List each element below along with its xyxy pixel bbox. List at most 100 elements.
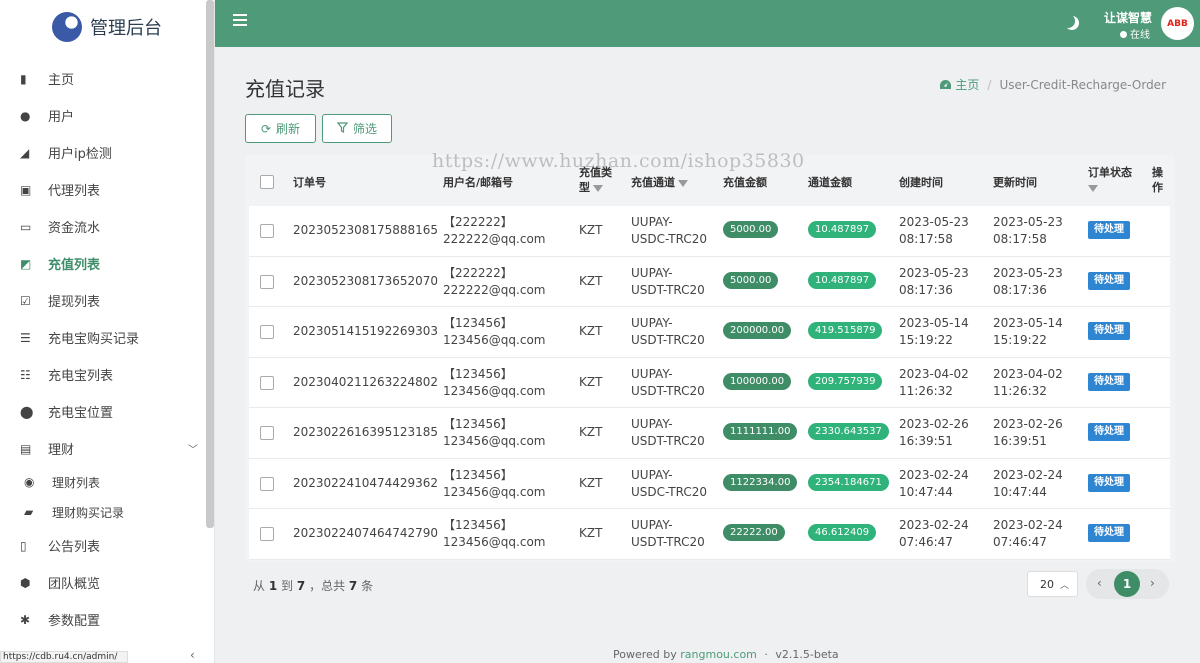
pagination-total: 7 <box>348 579 358 593</box>
type-filter-icon[interactable] <box>593 184 603 192</box>
sidebar-item-3[interactable]: ▣ 代理列表 <box>0 171 206 208</box>
sidebar-item-10[interactable]: ▤ 理财 ﹀ <box>0 430 206 467</box>
cell-updated: 2023-02-24 07:46:47 <box>993 517 1063 551</box>
th-channel[interactable]: 充值通道 <box>631 174 688 190</box>
cell-created: 2023-05-23 08:17:36 <box>899 265 969 299</box>
status-badge[interactable]: 待处理 <box>1088 372 1130 391</box>
row-checkbox[interactable] <box>260 375 274 390</box>
cell-created-date: 2023-02-26 <box>899 417 969 431</box>
sidebar-item-7[interactable]: ☰ 充电宝购买记录 <box>0 319 206 356</box>
cell-channel-line1: UUPAY- <box>631 265 673 280</box>
th-status[interactable]: 订单状态 <box>1088 165 1132 195</box>
menu-toggle-icon[interactable] <box>233 14 247 26</box>
current-page-button[interactable]: 1 <box>1114 571 1140 597</box>
filter-button[interactable]: 筛选 <box>322 114 392 143</box>
dark-mode-moon-icon[interactable] <box>1065 16 1079 30</box>
folder-open-icon: ▰ <box>24 505 34 519</box>
sidebar-item-label: 充电宝列表 <box>48 369 114 384</box>
table-row[interactable]: 2023022616395123185 【123456】 123456@qq.com… <box>249 408 1170 459</box>
avatar[interactable]: ABB <box>1161 7 1194 40</box>
table-row[interactable]: 2023022407464742790 【123456】 123456@qq.com… <box>249 509 1170 560</box>
cell-updated: 2023-02-24 10:47:44 <box>993 467 1063 501</box>
sidebar-item-11[interactable]: ◉ 理财列表 <box>0 467 206 497</box>
amount-pill: 100000.00 <box>723 372 792 390</box>
channel-filter-icon[interactable] <box>678 179 688 187</box>
footer-version: v2.1.5-beta <box>775 648 839 661</box>
channel-amount-pill: 2330.643537 <box>808 423 889 440</box>
status-badge[interactable]: 待处理 <box>1088 322 1130 340</box>
compass-icon: ◉ <box>24 475 35 489</box>
footer-separator: · <box>764 648 768 661</box>
table-row[interactable]: 2023051415192269303 【123456】 123456@qq.com… <box>249 307 1170 358</box>
row-checkbox[interactable] <box>260 325 274 339</box>
sidebar-item-label: 资金流水 <box>48 221 101 236</box>
archive-icon: ▤ <box>20 441 32 456</box>
cell-type: KZT <box>579 374 603 389</box>
sidebar-item-9[interactable]: ⬤ 充电宝位置 <box>0 393 206 430</box>
cell-updated-time: 15:19:22 <box>993 333 1047 347</box>
sidebar-collapse-chevron-icon[interactable]: ‹ <box>190 648 195 662</box>
sidebar-scrollbar[interactable] <box>206 0 214 528</box>
sidebar-item-13[interactable]: ▯ 公告列表 <box>0 527 206 564</box>
channel-amount-pill: 209.757939 <box>808 372 883 390</box>
sidebar: 管理后台 ▮ 主页 ● 用户 ◢ 用户ip检测 ▣ 代理列表 ▭ 资金流水 ◩ 充值列表 ☑ 提现列表 ☰ 充… <box>0 0 215 663</box>
th-user[interactable]: 用户名/邮箱号 <box>443 174 513 190</box>
status-badge[interactable]: 待处理 <box>1088 473 1130 492</box>
sidebar-item-0[interactable]: ▮ 主页 <box>0 60 206 97</box>
th-updated[interactable]: 更新时间 <box>993 174 1037 190</box>
footer-link[interactable]: rangmou.com <box>680 648 757 661</box>
status-badge[interactable]: 待处理 <box>1088 221 1130 239</box>
th-amount[interactable]: 充值金额 <box>723 174 767 190</box>
sidebar-item-6[interactable]: ☑ 提现列表 <box>0 282 206 319</box>
status-badge[interactable]: 待处理 <box>1088 271 1130 290</box>
select-all-checkbox[interactable] <box>260 175 274 189</box>
sidebar-item-14[interactable]: ⬢ 团队概览 <box>0 564 206 601</box>
user-name[interactable]: 让谋智慧 <box>1104 9 1152 26</box>
th-channel-amount[interactable]: 通道金额 <box>808 174 852 190</box>
sidebar-item-15[interactable]: ✱ 参数配置 <box>0 601 206 638</box>
table-row[interactable]: 2023022410474429362 【123456】 123456@qq.com… <box>249 459 1170 509</box>
logo[interactable]: 管理后台 <box>52 12 162 42</box>
row-checkbox[interactable] <box>260 224 274 238</box>
cell-updated: 2023-04-02 11:26:32 <box>993 366 1063 400</box>
row-checkbox[interactable] <box>260 476 274 491</box>
amount-pill: 1122334.00 <box>723 473 798 491</box>
row-checkbox[interactable] <box>260 527 274 541</box>
cell-user-email: 123456@qq.com <box>443 535 546 549</box>
cell-created: 2023-05-14 15:19:22 <box>899 315 969 349</box>
next-page-icon[interactable]: › <box>1150 576 1155 590</box>
table-row[interactable]: 2023040211263224802 【123456】 123456@qq.com… <box>249 358 1170 408</box>
status-filter-icon[interactable] <box>1088 184 1098 192</box>
th-order-no[interactable]: 订单号 <box>293 174 326 190</box>
pager: ‹ 1 › <box>1086 569 1169 599</box>
prev-page-icon[interactable]: ‹ <box>1097 576 1102 590</box>
row-checkbox[interactable] <box>260 426 274 440</box>
refresh-button[interactable]: ⟳ 刷新 <box>245 114 316 143</box>
table-card: 订单号 用户名/邮箱号 充值类 型 充值通道 充值金额 通道金额 创建时间 更新… <box>245 155 1175 562</box>
cell-user: 【123456】 123456@qq.com <box>443 517 546 551</box>
sidebar-item-1[interactable]: ● 用户 <box>0 97 206 134</box>
breadcrumb-home[interactable]: 主页 <box>939 76 979 93</box>
status-badge[interactable]: 待处理 <box>1088 524 1130 542</box>
channel-amount-pill: 46.612409 <box>808 524 877 541</box>
status-badge[interactable]: 待处理 <box>1088 423 1130 441</box>
pagination-from: 1 <box>268 579 278 593</box>
cell-user: 【123456】 123456@qq.com <box>443 366 546 400</box>
logo-text: 管理后台 <box>90 18 162 39</box>
pagination-total-suffix: 条 <box>361 579 374 593</box>
sidebar-item-4[interactable]: ▭ 资金流水 <box>0 208 206 245</box>
th-created[interactable]: 创建时间 <box>899 174 943 190</box>
table-row[interactable]: 2023052308173652070 【222222】 222222@qq.com… <box>249 257 1170 307</box>
cell-order-no: 2023022410474429362 <box>293 475 439 490</box>
cell-created: 2023-02-24 07:46:47 <box>899 517 969 551</box>
sidebar-item-12[interactable]: ▰ 理财购买记录 <box>0 497 206 527</box>
sidebar-item-5[interactable]: ◩ 充值列表 <box>0 245 206 282</box>
cell-channel-line2: USDC-TRC20 <box>631 232 707 246</box>
row-checkbox[interactable] <box>260 274 274 289</box>
table-row[interactable]: 2023052308175888165 【222222】 222222@qq.com… <box>249 206 1170 257</box>
per-page-select[interactable]: 20 ︿ <box>1027 571 1078 597</box>
sidebar-item-2[interactable]: ◢ 用户ip检测 <box>0 134 206 171</box>
sidebar-item-8[interactable]: ☷ 充电宝列表 <box>0 356 206 393</box>
cell-updated-date: 2023-04-02 <box>993 366 1063 381</box>
filter-label: 筛选 <box>352 122 377 136</box>
